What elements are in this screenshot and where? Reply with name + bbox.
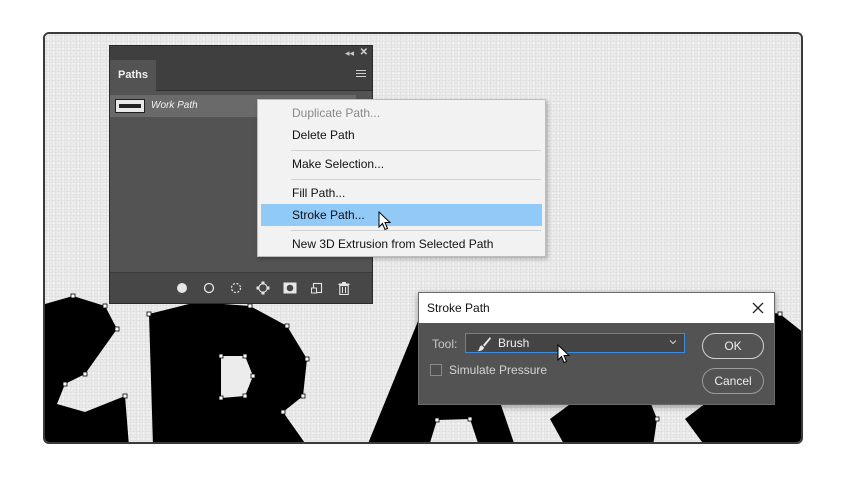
fill-path-icon[interactable] bbox=[168, 280, 195, 296]
menu-item-delete-path[interactable]: Delete Path bbox=[261, 124, 542, 146]
menu-item-new-3d-extrusion[interactable]: New 3D Extrusion from Selected Path bbox=[261, 233, 542, 255]
tool-label: Tool: bbox=[432, 337, 458, 351]
menu-separator bbox=[291, 150, 541, 151]
menu-item-fill-path[interactable]: Fill Path... bbox=[261, 182, 542, 204]
panel-title-bar[interactable]: ◂◂ ✕ bbox=[110, 46, 372, 60]
new-path-icon[interactable] bbox=[303, 280, 330, 296]
collapse-icon[interactable]: ◂◂ bbox=[345, 46, 354, 60]
chevron-down-icon bbox=[669, 340, 677, 345]
close-icon[interactable]: ✕ bbox=[360, 46, 368, 60]
brush-icon bbox=[477, 337, 491, 352]
menu-separator bbox=[291, 179, 541, 180]
tab-paths[interactable]: Paths bbox=[110, 60, 156, 91]
dialog-title-bar[interactable]: Stroke Path bbox=[419, 293, 774, 323]
menu-separator bbox=[291, 230, 541, 231]
panel-menu-icon[interactable] bbox=[356, 70, 366, 79]
menu-item-stroke-path[interactable]: Stroke Path... bbox=[261, 204, 542, 226]
stroke-path-icon[interactable] bbox=[195, 280, 222, 296]
close-icon[interactable] bbox=[750, 300, 766, 316]
menu-item-duplicate-path[interactable]: Duplicate Path... bbox=[261, 102, 542, 124]
path-thumbnail bbox=[115, 99, 145, 113]
load-selection-icon[interactable] bbox=[222, 280, 249, 296]
mouse-pointer-icon bbox=[557, 344, 571, 364]
stroke-path-dialog: Stroke Path Tool: Brush Simulate Pressur… bbox=[418, 292, 775, 405]
trash-icon[interactable] bbox=[330, 280, 357, 296]
cancel-button[interactable]: Cancel bbox=[702, 368, 764, 394]
panel-tab-bar: Paths bbox=[110, 60, 372, 91]
ok-button[interactable]: OK bbox=[702, 333, 764, 359]
simulate-pressure-label[interactable]: Simulate Pressure bbox=[449, 363, 547, 377]
panel-bottom-bar bbox=[110, 272, 372, 303]
dialog-title: Stroke Path bbox=[427, 301, 490, 315]
mouse-pointer-icon bbox=[378, 211, 392, 231]
context-menu: Duplicate Path... Delete Path Make Selec… bbox=[257, 99, 546, 257]
menu-item-make-selection[interactable]: Make Selection... bbox=[261, 153, 542, 175]
add-mask-icon[interactable] bbox=[276, 280, 303, 296]
tool-select[interactable]: Brush bbox=[465, 333, 685, 353]
tool-value: Brush bbox=[498, 336, 530, 350]
simulate-pressure-checkbox[interactable] bbox=[430, 364, 442, 376]
path-name: Work Path bbox=[151, 100, 198, 111]
make-work-path-icon[interactable] bbox=[249, 280, 276, 296]
